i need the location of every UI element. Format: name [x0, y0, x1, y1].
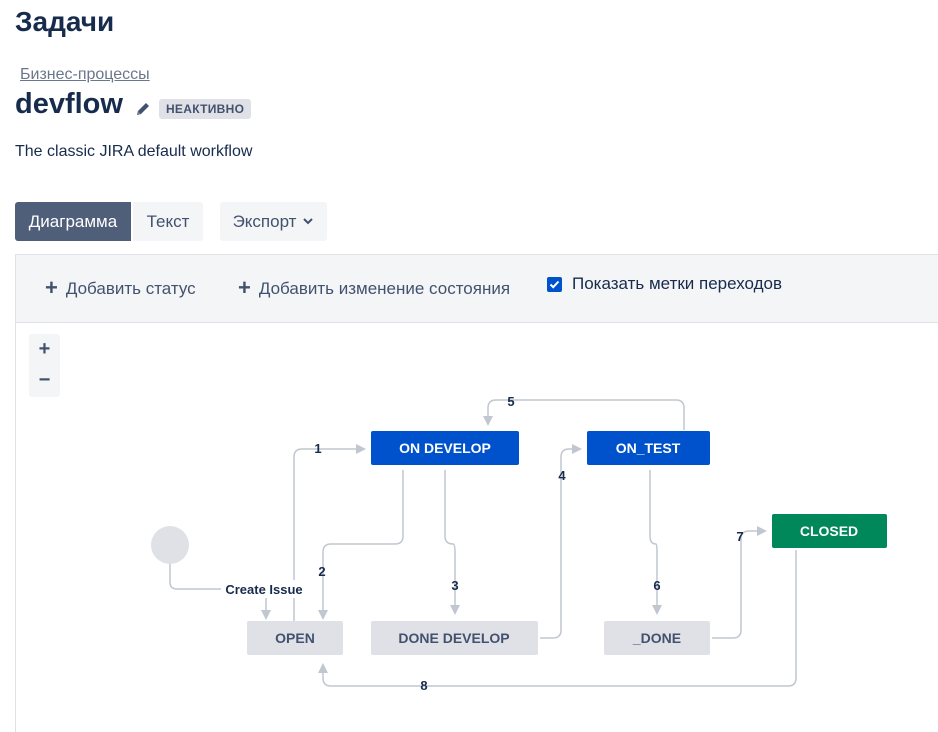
status-open-label: OPEN — [275, 630, 315, 646]
status-done-label: _DONE — [632, 630, 681, 646]
status-done-develop[interactable]: DONE DEVELOP — [371, 621, 538, 655]
transition-8-label[interactable]: 8 — [420, 678, 427, 693]
status-open[interactable]: OPEN — [247, 621, 343, 655]
status-closed-label: CLOSED — [800, 523, 858, 539]
workflow-diagram: ON DEVELOP ON_TEST CLOSED OPEN DONE DEVE… — [151, 394, 887, 693]
transition-3-label[interactable]: 3 — [451, 578, 458, 593]
status-on-test-label: ON_TEST — [616, 440, 681, 456]
transition-5-label[interactable]: 5 — [507, 394, 514, 409]
status-done[interactable]: _DONE — [604, 621, 710, 655]
transition-5-line — [483, 399, 685, 430]
transition-7-label[interactable]: 7 — [736, 529, 743, 544]
status-on-test[interactable]: ON_TEST — [587, 431, 710, 465]
status-on-develop[interactable]: ON DEVELOP — [371, 431, 519, 465]
transition-7-line — [712, 526, 767, 639]
transition-2-line — [318, 470, 404, 620]
transition-8-line — [318, 550, 797, 687]
initial-node — [151, 526, 189, 564]
transition-6-label[interactable]: 6 — [653, 578, 660, 593]
transition-1-label[interactable]: 1 — [314, 441, 321, 456]
transition-create-label[interactable]: Create Issue — [225, 582, 302, 597]
status-closed[interactable]: CLOSED — [772, 514, 887, 548]
status-done-develop-label: DONE DEVELOP — [398, 630, 509, 646]
transition-4-label[interactable]: 4 — [558, 468, 566, 483]
transition-2-label[interactable]: 2 — [318, 564, 325, 579]
status-on-develop-label: ON DEVELOP — [399, 440, 491, 456]
